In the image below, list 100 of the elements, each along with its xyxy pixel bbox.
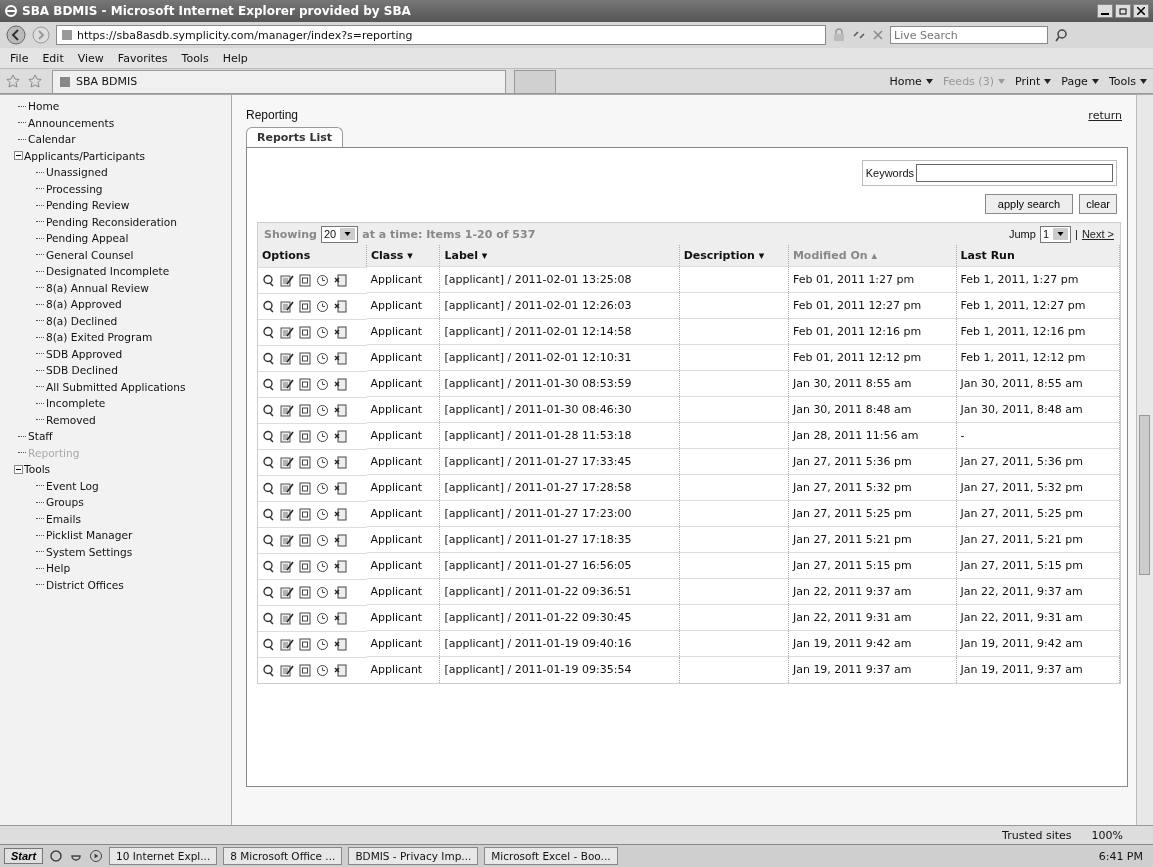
document-icon[interactable] <box>299 481 311 495</box>
taskbar-button[interactable]: 10 Internet Expl... <box>109 847 218 865</box>
per-page-select[interactable]: 20 <box>320 225 359 243</box>
document-icon[interactable] <box>299 377 311 391</box>
menu-item[interactable]: Favorites <box>117 51 168 65</box>
edit-icon[interactable] <box>280 637 294 651</box>
column-header[interactable]: Description ▾ <box>679 245 789 267</box>
delete-icon[interactable] <box>334 559 347 573</box>
nav-item[interactable]: Pending Appeal <box>46 232 129 245</box>
menu-item[interactable]: Edit <box>42 51 64 65</box>
nav-item[interactable]: Removed <box>46 413 96 426</box>
edit-icon[interactable] <box>280 507 294 521</box>
clear-button[interactable]: clear <box>1079 194 1117 214</box>
keywords-field[interactable] <box>916 164 1113 182</box>
edit-icon[interactable] <box>280 403 294 417</box>
command-button[interactable]: Page <box>1061 74 1099 88</box>
nav-item[interactable]: Help <box>46 562 71 575</box>
view-icon[interactable] <box>262 481 275 495</box>
menu-item[interactable]: File <box>10 51 29 65</box>
nav-item[interactable]: SDB Declined <box>46 364 118 377</box>
nav-item[interactable]: Applicants/Participants <box>24 149 146 162</box>
nav-item[interactable]: Pending Reconsideration <box>46 215 177 228</box>
view-icon[interactable] <box>262 611 275 625</box>
nav-item[interactable]: All Submitted Applications <box>46 380 186 393</box>
document-icon[interactable] <box>299 351 311 365</box>
edit-icon[interactable] <box>280 377 294 391</box>
return-link[interactable]: return <box>1088 108 1122 122</box>
browser-tab[interactable]: SBA BDMIS <box>52 69 506 93</box>
nav-item[interactable]: Processing <box>46 182 103 195</box>
nav-item[interactable]: Emails <box>46 512 81 525</box>
nav-item[interactable]: 8(a) Approved <box>46 298 122 311</box>
nav-item[interactable]: Unassigned <box>46 166 108 179</box>
document-icon[interactable] <box>299 637 311 651</box>
scrollbar[interactable] <box>1136 95 1153 825</box>
clock-icon[interactable] <box>316 611 329 625</box>
document-icon[interactable] <box>299 507 311 521</box>
view-icon[interactable] <box>262 429 275 443</box>
next-link[interactable]: Next > <box>1081 228 1114 240</box>
apply-search-button[interactable]: apply search <box>984 194 1074 214</box>
nav-item[interactable]: Announcements <box>28 116 115 129</box>
menu-item[interactable]: Tools <box>181 51 209 65</box>
edit-icon[interactable] <box>280 533 294 547</box>
nav-item[interactable]: Picklist Manager <box>46 529 133 542</box>
start-button[interactable]: Start <box>4 848 44 864</box>
zoom-level[interactable]: 100% <box>1091 828 1143 842</box>
delete-icon[interactable] <box>334 455 347 469</box>
nav-item[interactable]: Pending Review <box>46 199 130 212</box>
delete-icon[interactable] <box>334 377 347 391</box>
nav-item[interactable]: SDB Approved <box>46 347 123 360</box>
taskbar-button[interactable]: 8 Microsoft Office ... <box>223 847 343 865</box>
page-select[interactable]: 1 <box>1039 225 1072 243</box>
menu-item[interactable]: Help <box>222 51 248 65</box>
clock-icon[interactable] <box>316 637 329 651</box>
edit-icon[interactable] <box>280 299 294 313</box>
view-icon[interactable] <box>262 507 275 521</box>
back-button[interactable] <box>6 25 26 45</box>
document-icon[interactable] <box>299 299 311 313</box>
delete-icon[interactable] <box>334 429 347 443</box>
collapse-toggle[interactable] <box>14 151 23 161</box>
clock-icon[interactable] <box>316 403 329 417</box>
search-field[interactable]: Live Search <box>890 26 1048 44</box>
nav-item[interactable]: Event Log <box>46 479 99 492</box>
delete-icon[interactable] <box>334 585 347 599</box>
view-icon[interactable] <box>262 455 275 469</box>
nav-item[interactable]: 8(a) Declined <box>46 314 118 327</box>
tab[interactable]: Reports List <box>246 127 343 147</box>
nav-item[interactable]: District Offices <box>46 578 124 591</box>
delete-icon[interactable] <box>334 273 347 287</box>
delete-icon[interactable] <box>334 637 347 651</box>
clock-icon[interactable] <box>316 533 329 547</box>
clock-icon[interactable] <box>316 273 329 287</box>
taskbar-button[interactable]: BDMIS - Privacy Imp... <box>348 847 479 865</box>
nav-item[interactable]: General Counsel <box>46 248 134 261</box>
edit-icon[interactable] <box>280 611 294 625</box>
clock-icon[interactable] <box>316 455 329 469</box>
delete-icon[interactable] <box>334 481 347 495</box>
document-icon[interactable] <box>299 663 311 677</box>
clock-icon[interactable] <box>316 325 329 339</box>
nav-item[interactable]: 8(a) Annual Review <box>46 281 149 294</box>
clock-icon[interactable] <box>316 585 329 599</box>
column-header[interactable]: Label ▾ <box>439 245 680 267</box>
quick-launch-icon[interactable] <box>49 849 64 863</box>
nav-item[interactable]: Staff <box>28 430 53 443</box>
delete-icon[interactable] <box>334 403 347 417</box>
view-icon[interactable] <box>262 663 275 677</box>
document-icon[interactable] <box>299 273 311 287</box>
view-icon[interactable] <box>262 637 275 651</box>
clock-icon[interactable] <box>316 377 329 391</box>
delete-icon[interactable] <box>334 507 347 521</box>
nav-item[interactable]: Tools <box>24 463 51 476</box>
view-icon[interactable] <box>262 299 275 313</box>
delete-icon[interactable] <box>334 351 347 365</box>
document-icon[interactable] <box>299 403 311 417</box>
document-icon[interactable] <box>299 611 311 625</box>
column-header[interactable]: Class ▾ <box>366 245 440 267</box>
command-button[interactable]: Tools <box>1108 74 1147 88</box>
edit-icon[interactable] <box>280 273 294 287</box>
document-icon[interactable] <box>299 533 311 547</box>
clock-icon[interactable] <box>316 299 329 313</box>
edit-icon[interactable] <box>280 481 294 495</box>
